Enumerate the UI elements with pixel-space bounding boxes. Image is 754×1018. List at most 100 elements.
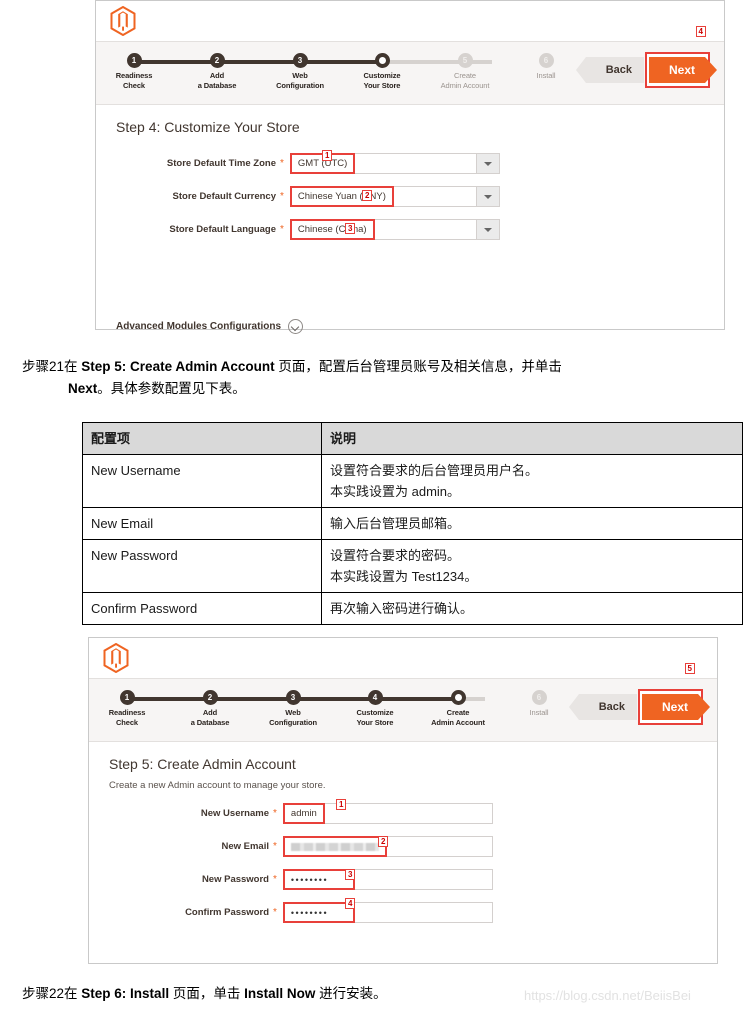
table-row: Confirm Password 再次输入密码进行确认。 <box>82 592 743 625</box>
annotation-badge-1: 1 <box>336 799 347 810</box>
required-marker-confirm-password: * <box>273 907 277 918</box>
stepper-step-1[interactable]: 1 Readiness Check <box>88 689 166 727</box>
doc-step-21-a: 在 <box>64 359 82 374</box>
chevron-down-icon[interactable] <box>475 154 499 173</box>
next-button[interactable]: Next <box>649 57 717 83</box>
annotation-badge-3: 3 <box>345 869 356 880</box>
stepper-dot-2: 2 <box>202 690 218 705</box>
annotation-badge-4: 4 <box>695 26 706 37</box>
new-username-input[interactable]: admin <box>282 803 493 824</box>
magento-logo-bar <box>96 1 724 41</box>
stepper-step-4[interactable]: 4 Customize Your Store <box>343 52 421 90</box>
stepper-label-4-line2: Your Store <box>363 80 401 90</box>
required-marker-currency: * <box>280 191 284 202</box>
stepper-step-6[interactable]: 6 Install <box>500 689 578 718</box>
next-button[interactable]: Next <box>642 694 710 720</box>
table-cell-desc: 输入后台管理员邮箱。 <box>321 507 743 540</box>
next-button-highlight: Next <box>645 52 717 88</box>
stepper-label-4: Customize Your Store <box>336 708 414 727</box>
stepper-step-2[interactable]: 2 Add a Database <box>178 52 256 90</box>
annotation-badge-4: 4 <box>345 898 356 909</box>
magento-logo-bar <box>89 638 717 678</box>
table-cell-item: New Email <box>82 507 322 540</box>
stepper-step-2[interactable]: 2 Add a Database <box>171 689 249 727</box>
step4-body: Step 4: Customize Your Store Store Defau… <box>96 105 724 344</box>
field-new-email: New Email * 2 <box>89 836 717 857</box>
chevron-down-icon[interactable] <box>475 220 499 239</box>
stepper-label-1-line1: Readiness <box>108 708 146 717</box>
back-button[interactable]: Back <box>575 57 644 83</box>
stepper-label-1-line2: Check <box>122 80 145 90</box>
annotation-badge-3: 3 <box>345 223 356 234</box>
doc-step-22-b: 页面，单击 <box>169 986 245 1001</box>
store-default-language-value: Chinese (China) <box>289 219 375 240</box>
stepper-dot-4: 4 <box>374 53 390 68</box>
stepper-label-2-line2: a Database <box>197 80 237 90</box>
advanced-modules-configurations-toggle[interactable]: Advanced Modules Configurations <box>116 319 304 334</box>
stepper-step-1[interactable]: 1 Readiness Check <box>95 52 173 90</box>
stepper-label-3-line1: Web <box>285 708 301 717</box>
stepper-label-2: Add a Database <box>178 71 256 90</box>
stepper-label-4-line1: Customize <box>356 708 394 717</box>
required-marker-new-email: * <box>273 841 277 852</box>
stepper-dot-6: 6 <box>538 53 554 68</box>
magento-logo-icon <box>103 643 129 673</box>
next-button-highlight: Next <box>638 689 710 725</box>
table-cell-item: New Password <box>82 539 322 593</box>
advanced-modules-label: Advanced Modules Configurations <box>116 321 282 332</box>
field-store-default-currency: Store Default Currency * Chinese Yuan (C… <box>96 186 724 207</box>
label-store-default-language: Store Default Language <box>169 224 276 235</box>
stepper-step-3[interactable]: 3 Web Configuration <box>254 689 332 727</box>
stepper-label-2-line2: a Database <box>190 717 230 727</box>
stepper-label-1: Readiness Check <box>88 708 166 727</box>
step5-subtitle: Create a new Admin account to manage you… <box>109 780 326 791</box>
table-cell-desc-line1: 设置符合要求的后台管理员用户名。 <box>330 463 539 478</box>
stepper-dot-1: 1 <box>126 53 142 68</box>
stepper-label-3-line2: Configuration <box>276 80 324 90</box>
required-marker-language: * <box>280 224 284 235</box>
table-cell-desc: 再次输入密码进行确认。 <box>321 592 743 625</box>
stepper-step-3[interactable]: 3 Web Configuration <box>261 52 339 90</box>
installer-stepper-step4: 1 Readiness Check 2 Add a Database 3 Web… <box>96 26 724 105</box>
chevron-down-icon[interactable] <box>475 187 499 206</box>
table-cell-desc-line1: 再次输入密码进行确认。 <box>330 601 474 616</box>
table-cell-item: Confirm Password <box>82 592 322 625</box>
magento-installer-panel-step5: 1 Readiness Check 2 Add a Database 3 Web… <box>88 637 718 964</box>
store-default-currency-value: Chinese Yuan (CNY) <box>289 186 394 207</box>
stepper-dot-1: 1 <box>119 690 135 705</box>
stepper-label-1: Readiness Check <box>95 71 173 90</box>
stepper-label-5-line1: Create <box>454 71 476 80</box>
step4-title: Step 4: Customize Your Store <box>116 119 300 135</box>
step5-body: Step 5: Create Admin Account Create a ne… <box>89 742 717 978</box>
stepper-label-6: Install <box>507 71 585 81</box>
doc-step-21-line2: Next。具体参数配置见下表。 <box>68 378 737 400</box>
table-header-desc: 说明 <box>321 422 743 455</box>
stepper-label-3-line1: Web <box>292 71 308 80</box>
new-email-value-redacted <box>282 836 387 857</box>
confirm-password-input[interactable]: •••••••• <box>282 902 493 923</box>
field-new-password: New Password * •••••••• 3 <box>89 869 717 890</box>
stepper-label-2-line1: Add <box>202 708 218 717</box>
doc-step-21-c: 。具体参数配置见下表。 <box>97 381 246 396</box>
stepper-dot-3: 3 <box>285 690 301 705</box>
table-cell-desc-line2: 本实践设置为 Test1234。 <box>330 569 478 584</box>
store-default-language-select[interactable]: Chinese (China) <box>289 219 500 240</box>
installer-nav-step4: Back Next <box>575 52 717 88</box>
store-default-currency-select[interactable]: Chinese Yuan (CNY) <box>289 186 500 207</box>
stepper-track-group: 1 Readiness Check 2 Add a Database 3 Web… <box>116 52 556 100</box>
stepper-label-5-line1: Create <box>446 708 470 717</box>
stepper-label-3: Web Configuration <box>261 71 339 90</box>
stepper-label-3-line2: Configuration <box>269 717 317 727</box>
stepper-step-6[interactable]: 6 Install <box>507 52 585 81</box>
stepper-step-4[interactable]: 4 Customize Your Store <box>336 689 414 727</box>
doc-step-21-prefix: 步骤21 <box>22 359 65 374</box>
label-store-default-time-zone: Store Default Time Zone <box>166 158 276 169</box>
back-button[interactable]: Back <box>568 694 637 720</box>
stepper-step-5[interactable]: 5 Create Admin Account <box>419 689 497 727</box>
stepper-step-5[interactable]: 5 Create Admin Account <box>426 52 504 90</box>
annotation-badge-2: 2 <box>362 190 373 201</box>
stepper-label-5: Create Admin Account <box>419 708 497 727</box>
new-password-input[interactable]: •••••••• <box>282 869 493 890</box>
field-store-default-language: Store Default Language * Chinese (China)… <box>96 219 724 240</box>
stepper-label-5-line2: Admin Account <box>431 717 485 727</box>
